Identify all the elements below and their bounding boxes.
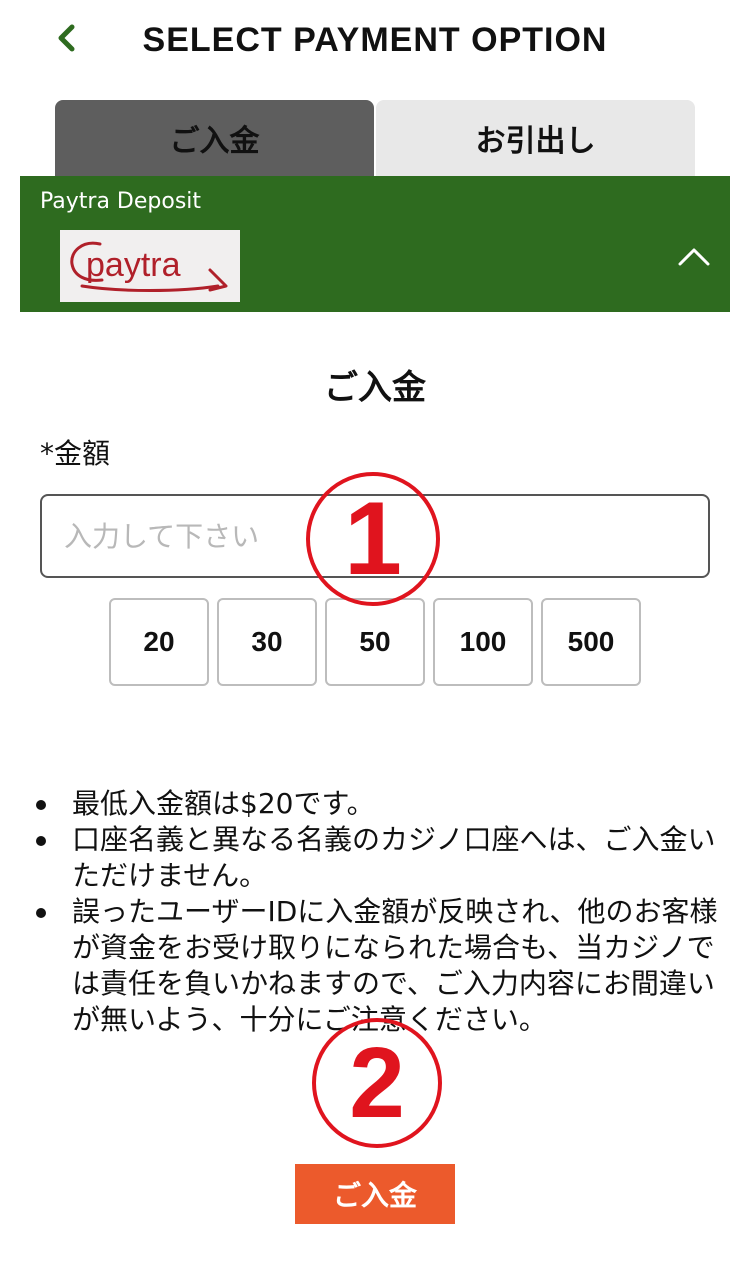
preset-amount-button[interactable]: 30: [217, 598, 317, 686]
chevron-up-icon: [678, 248, 710, 266]
section-title: ご入金: [324, 368, 426, 408]
step-marker-2: 2: [312, 1018, 442, 1148]
deposit-notes: 最低入金額は$20です。 口座名義と異なる名義のカジノ口座へは、ご入金いただけま…: [30, 786, 720, 1038]
preset-amount-button[interactable]: 50: [325, 598, 425, 686]
preset-amount-button[interactable]: 500: [541, 598, 641, 686]
page-title: SELECT PAYMENT OPTION: [142, 21, 608, 59]
note-item: 口座名義と異なる名義のカジノ口座へは、ご入金いただけません。: [30, 822, 720, 894]
tab-deposit[interactable]: ご入金: [55, 100, 374, 176]
tab-withdraw[interactable]: お引出し: [376, 100, 695, 176]
paytra-logo: paytra: [60, 230, 240, 302]
collapse-button[interactable]: [676, 242, 712, 272]
header: SELECT PAYMENT OPTION: [0, 0, 750, 80]
payment-method-name: Paytra Deposit: [40, 189, 202, 214]
preset-amount-button[interactable]: 20: [109, 598, 209, 686]
note-item: 誤ったユーザーIDに入金額が反映され、他のお客様が資金をお受け取りになられた場合…: [30, 894, 720, 1038]
svg-text:paytra: paytra: [86, 246, 181, 284]
preset-amount-button[interactable]: 100: [433, 598, 533, 686]
payment-tabs: ご入金 お引出し: [55, 100, 695, 176]
submit-deposit-button[interactable]: ご入金: [295, 1164, 455, 1224]
amount-label: *金額: [40, 437, 111, 470]
preset-amounts: 20 30 50 100 500: [109, 598, 649, 686]
step-marker-1: 1: [306, 472, 440, 606]
note-item: 最低入金額は$20です。: [30, 786, 720, 822]
payment-method-panel[interactable]: Paytra Deposit paytra: [20, 176, 730, 312]
